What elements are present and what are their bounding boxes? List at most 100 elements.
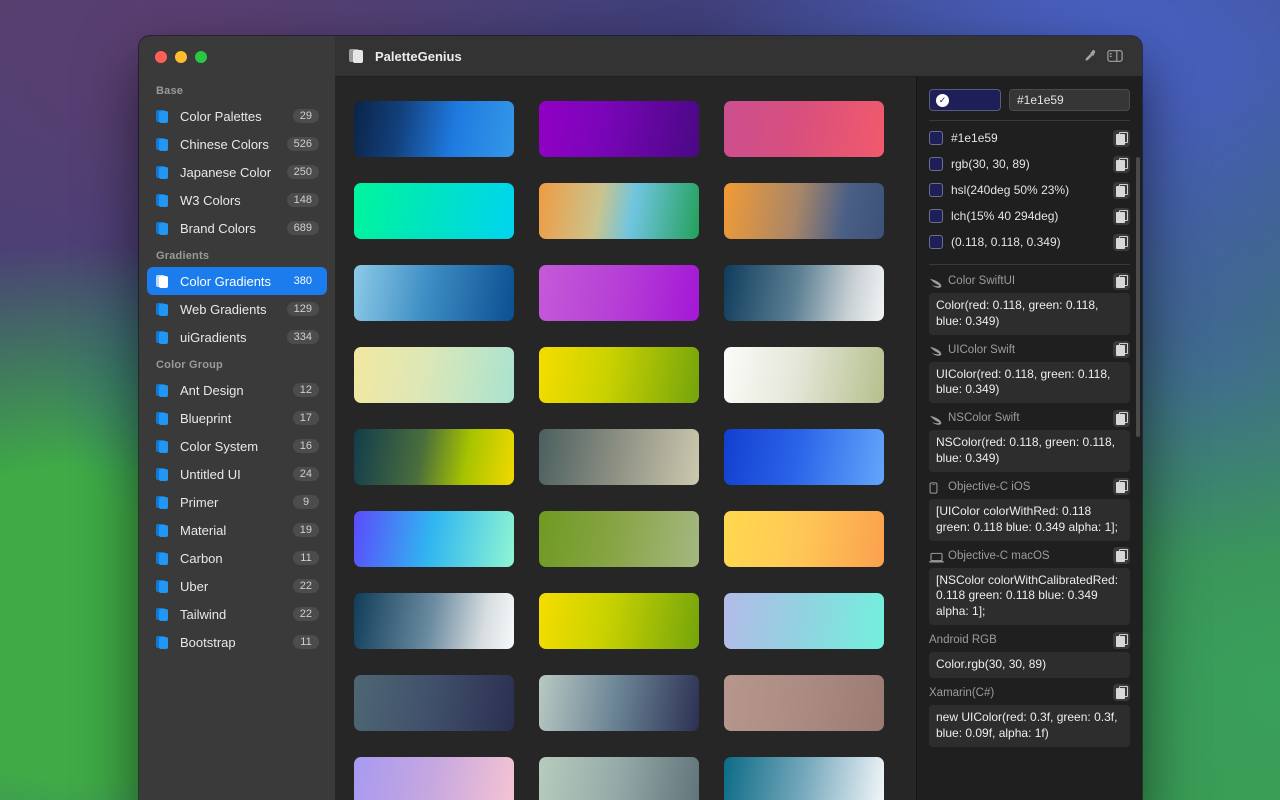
gradient-card[interactable] <box>354 101 514 157</box>
sidebar-item-label: W3 Colors <box>180 193 278 208</box>
gradient-card[interactable] <box>354 757 514 800</box>
code-section-title: Android RGB <box>929 634 1107 646</box>
panel-scrollbar[interactable] <box>1136 157 1140 437</box>
gradient-card[interactable] <box>539 511 699 567</box>
color-format-row[interactable]: (0.118, 0.118, 0.349) <box>929 229 1130 255</box>
gradient-card[interactable] <box>354 183 514 239</box>
sidebar-item-count: 148 <box>287 193 319 207</box>
sidebar-item-count: 380 <box>287 274 319 288</box>
gradient-card[interactable] <box>724 511 884 567</box>
gradient-card[interactable] <box>724 183 884 239</box>
copy-icon[interactable] <box>1113 234 1130 251</box>
gradient-card[interactable] <box>724 101 884 157</box>
sidebar-item-japanese-color[interactable]: Japanese Color250 <box>147 158 327 186</box>
gradient-grid-scroll[interactable] <box>335 77 916 800</box>
folder-icon <box>156 221 171 236</box>
color-swatch-preview[interactable]: ✓ <box>929 89 1001 111</box>
format-swatch <box>929 235 943 249</box>
gradient-card[interactable] <box>354 429 514 485</box>
copy-icon[interactable] <box>1113 341 1130 358</box>
gradient-card[interactable] <box>354 593 514 649</box>
panel-divider <box>929 120 1130 121</box>
folder-icon <box>156 193 171 208</box>
hex-input[interactable]: #1e1e59 <box>1009 89 1130 111</box>
sidebar-list[interactable]: BaseColor Palettes29Chinese Colors526Jap… <box>139 77 335 800</box>
gradient-card[interactable] <box>539 429 699 485</box>
gradient-card[interactable] <box>724 347 884 403</box>
gradient-card[interactable] <box>724 675 884 731</box>
eyedropper-icon[interactable] <box>1076 45 1102 67</box>
code-section-header: Android RGB <box>929 628 1130 652</box>
code-snippet[interactable]: [NSColor colorWithCalibratedRed: 0.118 g… <box>929 568 1130 625</box>
gradient-card[interactable] <box>354 347 514 403</box>
sidebar-item-label: Color Palettes <box>180 109 284 124</box>
minimize-button[interactable] <box>175 51 187 63</box>
sidebar-item-untitled-ui[interactable]: Untitled UI24 <box>147 460 327 488</box>
gradient-card[interactable] <box>354 675 514 731</box>
copy-icon[interactable] <box>1113 684 1130 701</box>
zoom-button[interactable] <box>195 51 207 63</box>
sidebar-item-web-gradients[interactable]: Web Gradients129 <box>147 295 327 323</box>
copy-icon[interactable] <box>1113 273 1130 290</box>
color-format-row[interactable]: #1e1e59 <box>929 125 1130 151</box>
copy-icon[interactable] <box>1113 632 1130 649</box>
gradient-card[interactable] <box>724 757 884 800</box>
copy-icon[interactable] <box>1113 130 1130 147</box>
gradient-card[interactable] <box>724 593 884 649</box>
copy-icon[interactable] <box>1113 182 1130 199</box>
sidebar-item-carbon[interactable]: Carbon11 <box>147 544 327 572</box>
app-title: PaletteGenius <box>375 49 1076 64</box>
sidebar-item-ant-design[interactable]: Ant Design12 <box>147 376 327 404</box>
gradient-card[interactable] <box>354 511 514 567</box>
code-snippet[interactable]: Color.rgb(30, 30, 89) <box>929 652 1130 678</box>
code-snippet[interactable]: new UIColor(red: 0.3f, green: 0.3f, blue… <box>929 705 1130 747</box>
color-detail-panel: ✓ #1e1e59 #1e1e59rgb(30, 30, 89)hsl(240d… <box>916 77 1142 800</box>
swift-icon <box>929 413 942 424</box>
sidebar-item-primer[interactable]: Primer9 <box>147 488 327 516</box>
gradient-card[interactable] <box>539 101 699 157</box>
sidebar-item-blueprint[interactable]: Blueprint17 <box>147 404 327 432</box>
sidebar-item-uigradients[interactable]: uiGradients334 <box>147 323 327 351</box>
color-format-row[interactable]: rgb(30, 30, 89) <box>929 151 1130 177</box>
sidebar-item-uber[interactable]: Uber22 <box>147 572 327 600</box>
gradient-card[interactable] <box>539 757 699 800</box>
sidebar-toggle-icon[interactable] <box>1102 45 1128 67</box>
sidebar-item-tailwind[interactable]: Tailwind22 <box>147 600 327 628</box>
code-snippet[interactable]: UIColor(red: 0.118, green: 0.118, blue: … <box>929 362 1130 404</box>
code-snippet[interactable]: [UIColor colorWithRed: 0.118 green: 0.11… <box>929 499 1130 541</box>
copy-icon[interactable] <box>1113 156 1130 173</box>
gradient-card[interactable] <box>539 347 699 403</box>
sidebar-item-color-system[interactable]: Color System16 <box>147 432 327 460</box>
gradient-card[interactable] <box>724 265 884 321</box>
sidebar-item-brand-colors[interactable]: Brand Colors689 <box>147 214 327 242</box>
close-button[interactable] <box>155 51 167 63</box>
folder-icon <box>156 109 171 124</box>
sidebar-item-color-gradients[interactable]: Color Gradients380 <box>147 267 327 295</box>
gradient-grid <box>335 77 916 800</box>
copy-icon[interactable] <box>1113 478 1130 495</box>
gradient-card[interactable] <box>354 265 514 321</box>
color-format-row[interactable]: lch(15% 40 294deg) <box>929 203 1130 229</box>
copy-icon[interactable] <box>1113 547 1130 564</box>
sidebar-item-material[interactable]: Material19 <box>147 516 327 544</box>
code-snippet[interactable]: Color(red: 0.118, green: 0.118, blue: 0.… <box>929 293 1130 335</box>
gradient-card[interactable] <box>724 429 884 485</box>
sidebar-item-bootstrap[interactable]: Bootstrap11 <box>147 628 327 656</box>
sidebar-item-chinese-colors[interactable]: Chinese Colors526 <box>147 130 327 158</box>
sidebar-item-w3-colors[interactable]: W3 Colors 148 <box>147 186 327 214</box>
folder-icon <box>156 411 171 426</box>
gradient-card[interactable] <box>539 675 699 731</box>
folder-icon <box>156 579 171 594</box>
sidebar-item-color-palettes[interactable]: Color Palettes29 <box>147 102 327 130</box>
folder-icon <box>156 330 171 345</box>
copy-icon[interactable] <box>1113 410 1130 427</box>
format-swatch <box>929 209 943 223</box>
gradient-card[interactable] <box>539 265 699 321</box>
copy-icon[interactable] <box>1113 208 1130 225</box>
sidebar-item-count: 526 <box>287 137 319 151</box>
gradient-card[interactable] <box>539 593 699 649</box>
gradient-card[interactable] <box>539 183 699 239</box>
folder-icon <box>156 467 171 482</box>
color-format-row[interactable]: hsl(240deg 50% 23%) <box>929 177 1130 203</box>
code-snippet[interactable]: NSColor(red: 0.118, green: 0.118, blue: … <box>929 430 1130 472</box>
